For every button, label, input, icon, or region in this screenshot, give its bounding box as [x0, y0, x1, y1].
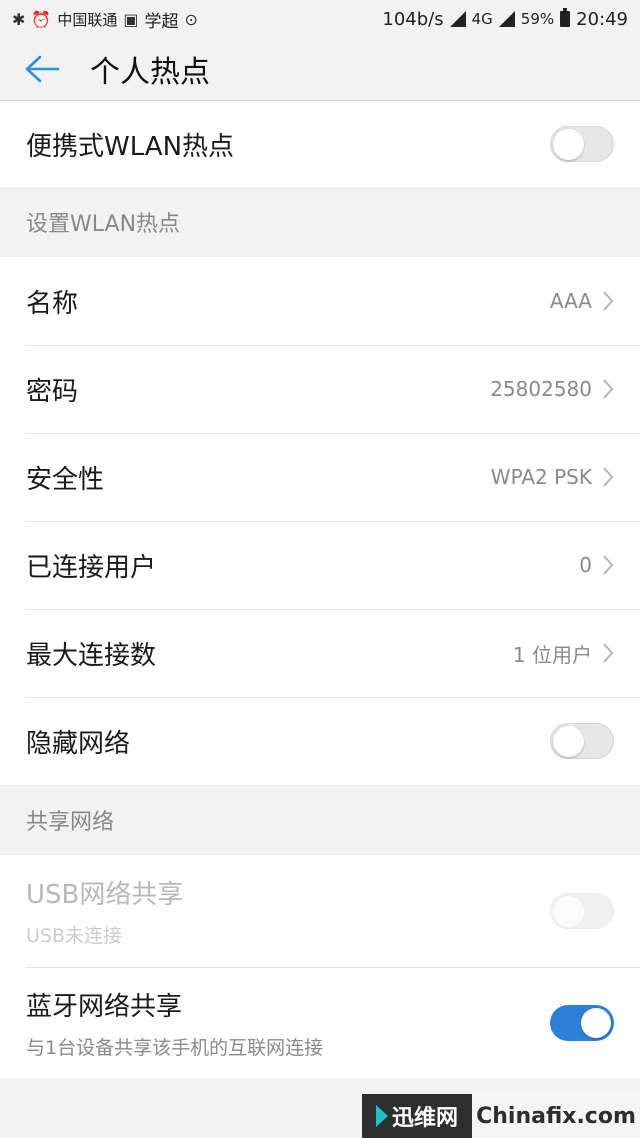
row-password[interactable]: 密码 25802580 — [0, 345, 640, 433]
row-name[interactable]: 名称 AAA — [0, 257, 640, 345]
watermark-right-text: Chinafix.com — [472, 1094, 640, 1138]
hotspot-label: 便携式WLAN热点 — [26, 131, 235, 162]
section-header-setup: 设置WLAN热点 — [26, 212, 181, 237]
status-bar: ✱ ⏰ 中国联通 ▣ 学超 ⊙ 104b/s 4G 59% 20:49 — [0, 0, 640, 38]
row-security[interactable]: 安全性 WPA2 PSK — [0, 433, 640, 521]
row-label: 密码 — [26, 376, 79, 407]
chevron-right-icon — [602, 554, 614, 576]
row-value: AAA — [549, 289, 592, 313]
watermark-logo: 迅维网 — [362, 1094, 472, 1138]
clock: 20:49 — [576, 8, 628, 30]
status-bar-left: ✱ ⏰ 中国联通 ▣ 学超 ⊙ — [12, 7, 198, 32]
usb-title: USB网络共享 — [26, 880, 184, 910]
bluetooth-text: 蓝牙网络共享 与1台设备共享该手机的互联网连接 — [26, 986, 550, 1060]
carrier-name: 中国联通 — [57, 10, 118, 29]
chevron-right-icon — [602, 466, 614, 488]
usb-subtitle: USB未连接 — [26, 925, 123, 947]
more-notification-icon: ⊙ — [184, 9, 198, 29]
row-value: 25802580 — [490, 377, 592, 401]
row-label: 已连接用户 — [26, 552, 157, 583]
cell-signal-icon — [498, 11, 515, 27]
row-label: 隐藏网络 — [26, 728, 131, 759]
row-label: 名称 — [26, 288, 79, 319]
battery-icon — [560, 8, 571, 27]
network-type: 4G — [471, 10, 493, 28]
hotspot-row[interactable]: 便携式WLAN热点 — [0, 101, 640, 187]
bluetooth-icon: ✱ — [12, 9, 26, 29]
row-connected-users[interactable]: 已连接用户 0 — [0, 521, 640, 609]
hide-network-switch[interactable] — [550, 723, 614, 759]
back-arrow-icon — [25, 55, 60, 83]
chevron-right-icon — [602, 642, 614, 664]
row-usb-tethering: USB网络共享 USB未连接 — [0, 855, 640, 967]
bluetooth-tethering-switch[interactable] — [550, 1005, 614, 1041]
row-max-connections[interactable]: 最大连接数 1 位用户 — [0, 609, 640, 697]
switch-knob — [581, 1008, 611, 1038]
back-button[interactable] — [12, 39, 72, 99]
bluetooth-title: 蓝牙网络共享 — [26, 992, 183, 1022]
hotspot-switch[interactable] — [550, 126, 614, 162]
setup-card: 名称 AAA 密码 25802580 安全性 WPA2 PSK 已连接用户 0 … — [0, 257, 640, 785]
net-speed: 104b/s — [382, 8, 444, 30]
bluetooth-subtitle: 与1台设备共享该手机的互联网连接 — [26, 1037, 324, 1059]
row-bluetooth-tethering[interactable]: 蓝牙网络共享 与1台设备共享该手机的互联网连接 — [26, 967, 640, 1078]
app-header: 个人热点 — [0, 38, 640, 101]
watermark: 迅维网 Chinafix.com — [362, 1094, 640, 1138]
chevron-right-icon — [602, 378, 614, 400]
image-notification-icon: ▣ — [123, 9, 139, 29]
switch-knob — [553, 726, 584, 757]
row-value: 0 — [579, 553, 592, 577]
watermark-left-text: 迅维网 — [391, 1106, 458, 1131]
share-card: USB网络共享 USB未连接 蓝牙网络共享 与1台设备共享该手机的互联网连接 — [0, 855, 640, 1078]
app-notification-name: 学超 — [144, 11, 179, 32]
battery-percent: 59% — [520, 10, 555, 28]
switch-knob — [553, 896, 584, 927]
status-bar-right: 104b/s 4G 59% 20:49 — [382, 8, 628, 30]
chevron-right-icon — [602, 290, 614, 312]
row-label: 安全性 — [26, 464, 105, 495]
row-value: WPA2 PSK — [490, 465, 592, 489]
usb-text: USB网络共享 USB未连接 — [26, 874, 550, 948]
row-label: 最大连接数 — [26, 640, 157, 671]
wifi-signal-icon — [449, 11, 466, 27]
alarm-icon: ⏰ — [31, 9, 52, 29]
usb-tethering-switch — [550, 893, 614, 929]
row-value: 1 位用户 — [512, 642, 592, 667]
row-hide-network[interactable]: 隐藏网络 — [0, 697, 640, 785]
switch-knob — [553, 129, 584, 160]
watermark-arrow-icon — [375, 1105, 388, 1127]
page-title: 个人热点 — [90, 55, 210, 90]
section-header-share: 共享网络 — [26, 810, 115, 835]
hotspot-card: 便携式WLAN热点 — [0, 101, 640, 187]
